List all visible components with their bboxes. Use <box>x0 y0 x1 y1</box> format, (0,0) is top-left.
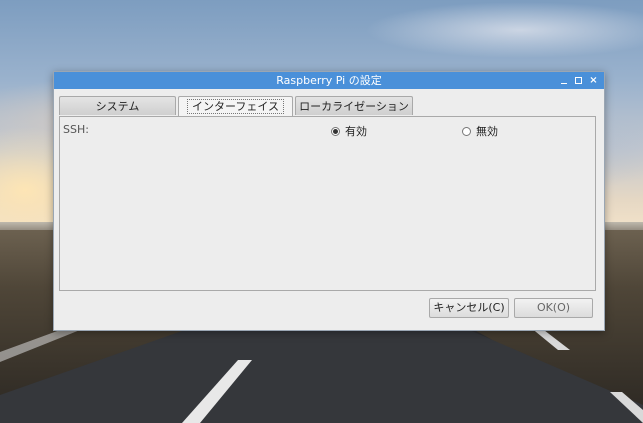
cancel-button[interactable]: キャンセル(C) <box>429 298 509 318</box>
window-title: Raspberry Pi の設定 <box>276 74 382 87</box>
tab-interface[interactable]: インターフェイス <box>178 96 293 116</box>
tab-bar: システム インターフェイス ローカライゼーション <box>59 96 413 116</box>
maximize-icon[interactable] <box>574 76 583 85</box>
interface-panel: SSH: 有効 無効 <box>59 116 596 291</box>
ssh-disable-radio[interactable]: 無効 <box>462 123 498 139</box>
minimize-icon[interactable] <box>559 76 568 85</box>
radio-unselected-icon[interactable] <box>462 126 471 136</box>
ok-button[interactable]: OK(O) <box>514 298 593 318</box>
tab-system[interactable]: システム <box>59 96 176 115</box>
ssh-enable-label: 有効 <box>345 125 367 138</box>
radio-selected-icon[interactable] <box>331 126 340 136</box>
tab-localisation[interactable]: ローカライゼーション <box>295 96 413 115</box>
ssh-enable-radio[interactable]: 有効 <box>331 123 367 139</box>
close-icon[interactable]: × <box>589 75 598 86</box>
settings-dialog: Raspberry Pi の設定 × システム インターフェイス ローカライゼー… <box>53 71 605 331</box>
title-bar[interactable]: Raspberry Pi の設定 × <box>54 72 604 89</box>
tab-interface-label: インターフェイス <box>186 99 284 114</box>
ssh-label: SSH: <box>63 123 89 136</box>
ssh-disable-label: 無効 <box>476 125 498 138</box>
